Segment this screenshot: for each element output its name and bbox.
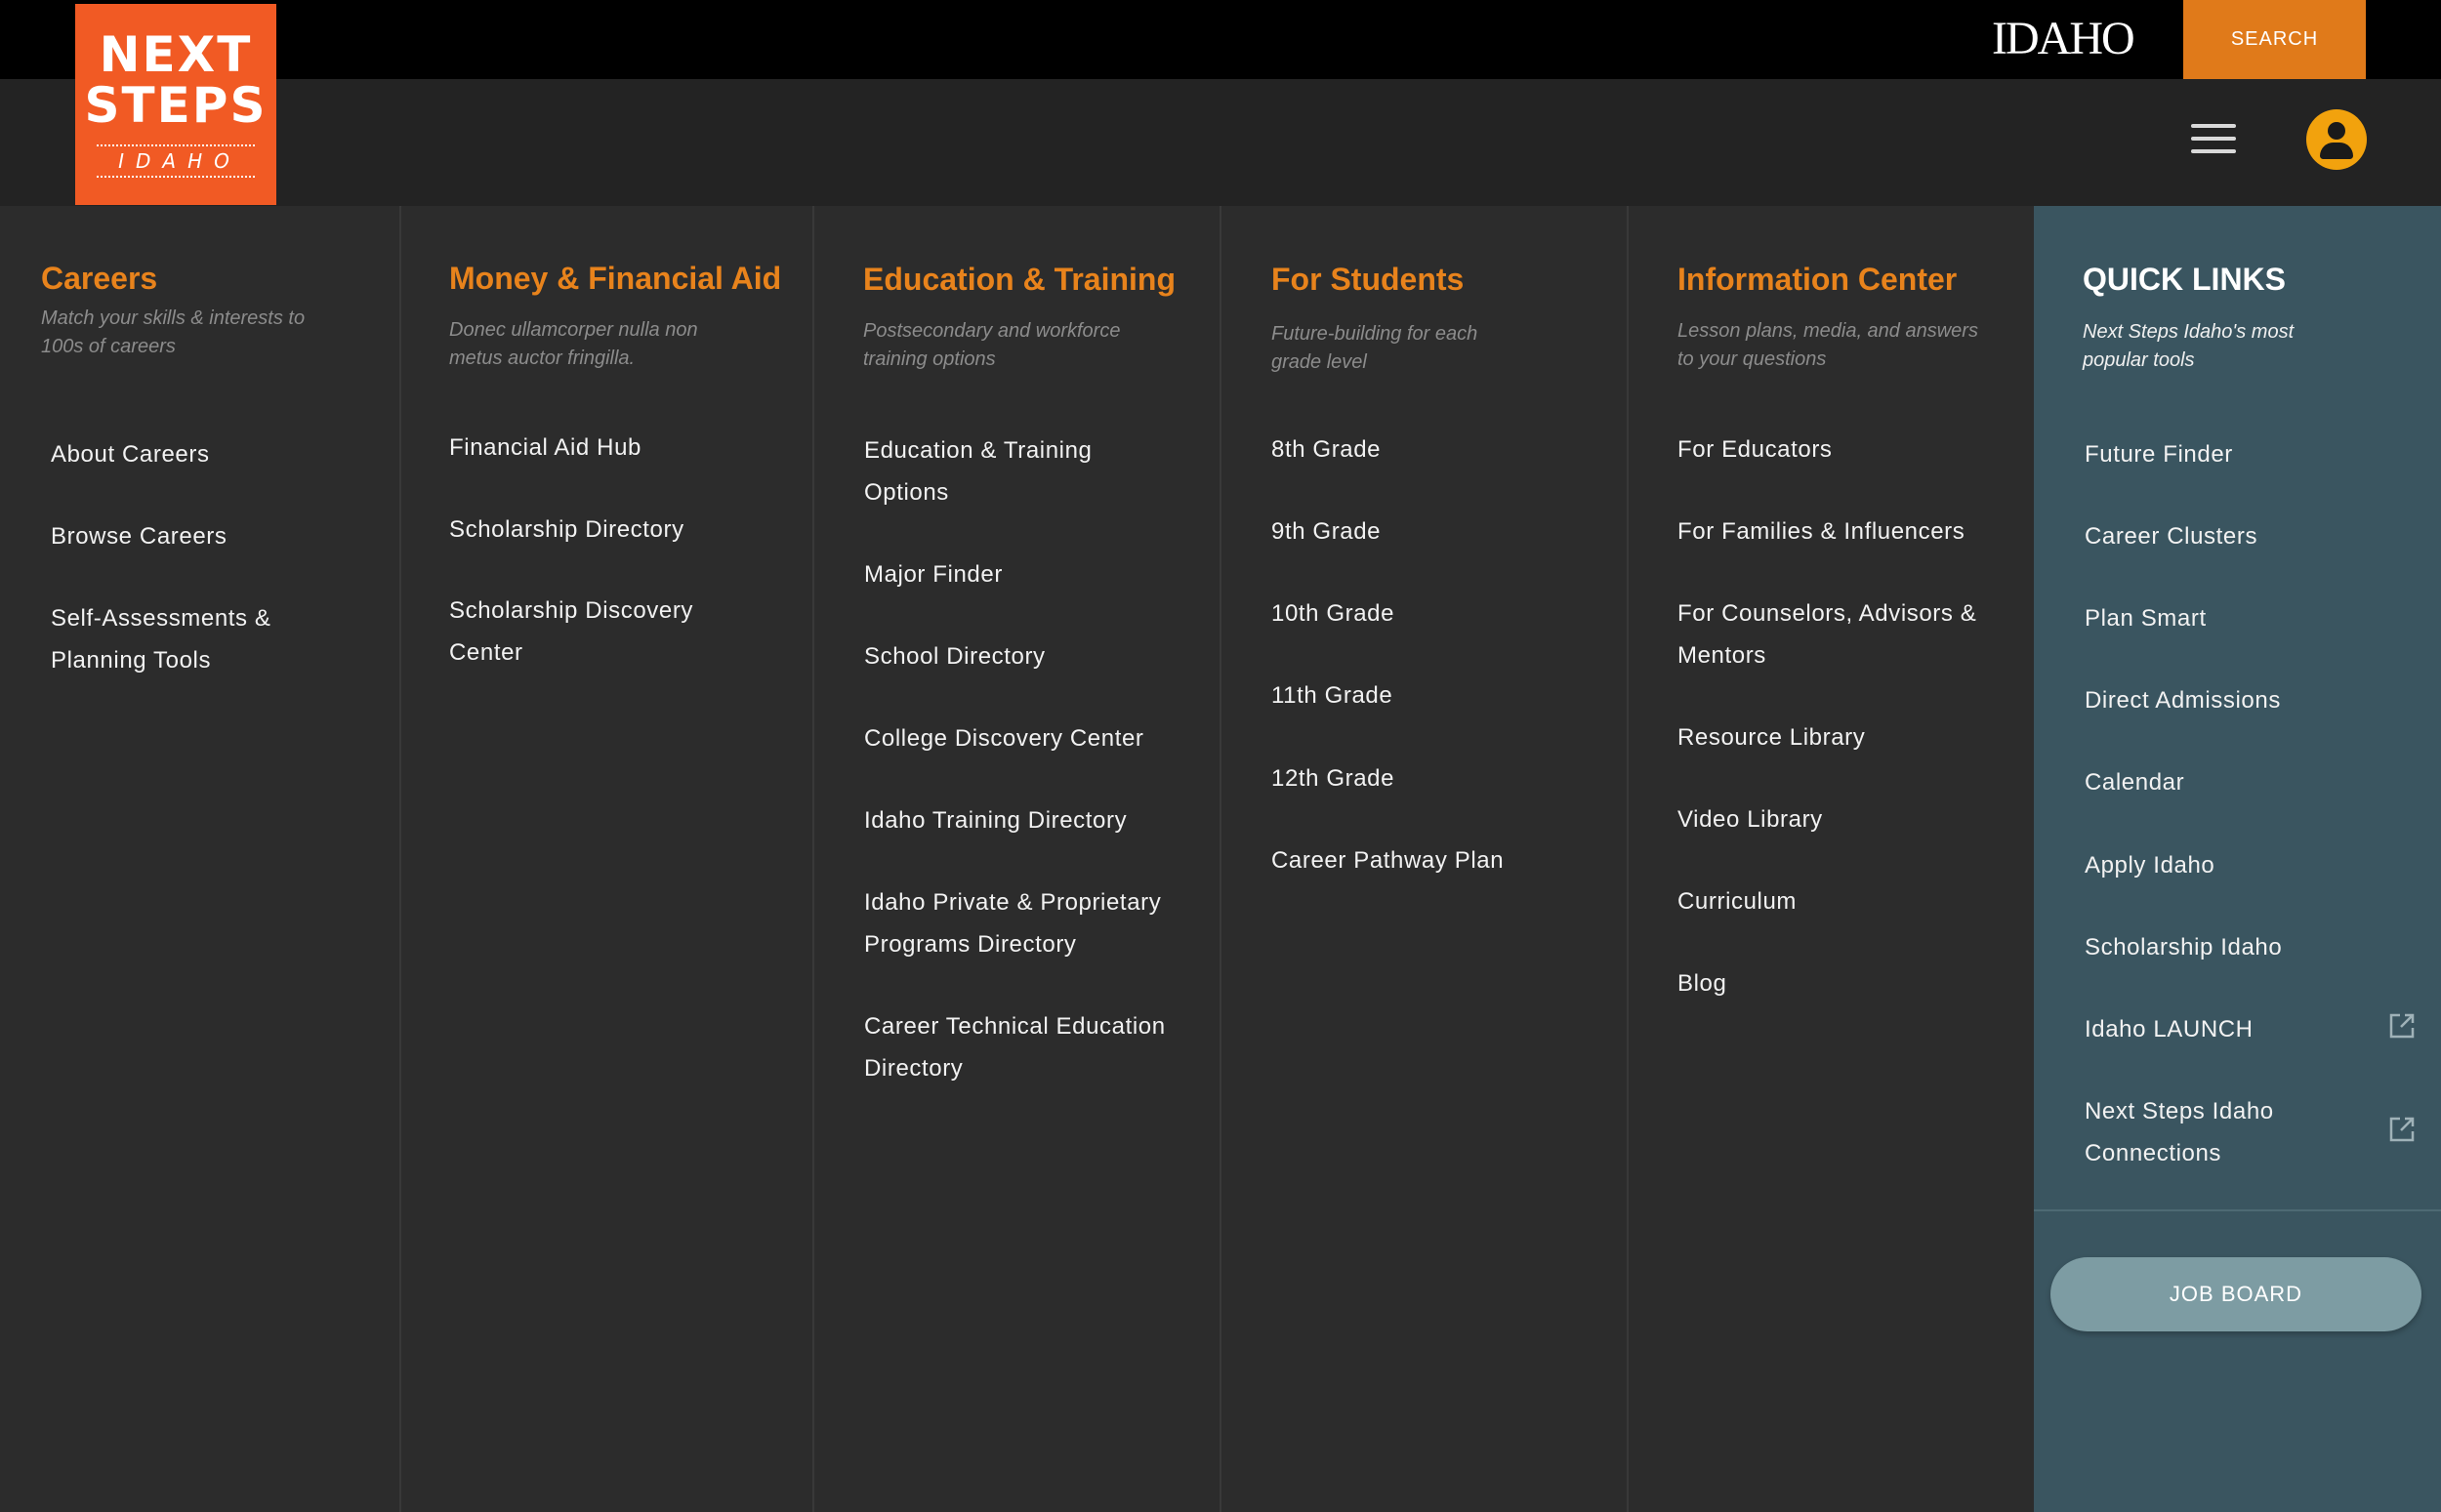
- logo-line-steps: STEPS: [84, 77, 268, 134]
- next-steps-idaho-logo[interactable]: NEXT STEPS IDAHO: [75, 4, 276, 205]
- column-description: Lesson plans, media, and answers to your…: [1677, 320, 1978, 370]
- menu-column-education: Education & Training Postsecondary and w…: [814, 206, 1221, 1512]
- column-title: QUICK LINKS: [2083, 262, 2286, 297]
- menu-item-for-families[interactable]: For Families & Influencers: [1677, 511, 2019, 552]
- menu-item-browse-careers[interactable]: Browse Careers: [51, 515, 363, 557]
- menu-item-curriculum[interactable]: Curriculum: [1677, 880, 2009, 922]
- menu-column-students: For Students Future-building for each gr…: [1221, 206, 1629, 1512]
- divider: [2034, 1209, 2441, 1211]
- menu-item-school-directory[interactable]: School Directory: [864, 635, 1177, 677]
- quick-link-plan-smart[interactable]: Plan Smart: [2085, 597, 2378, 639]
- menu-item-idaho-training-directory[interactable]: Idaho Training Directory: [864, 799, 1196, 841]
- menu-item-8th-grade[interactable]: 8th Grade: [1271, 429, 1584, 470]
- column-title[interactable]: For Students: [1271, 262, 1464, 298]
- column-description: Next Steps Idaho's most popular tools: [2083, 321, 2295, 371]
- external-link-icon[interactable]: [2386, 1114, 2418, 1145]
- menu-item-financial-aid-hub[interactable]: Financial Aid Hub: [449, 427, 762, 469]
- quick-link-idaho-launch[interactable]: Idaho LAUNCH: [2085, 1008, 2358, 1050]
- hamburger-menu-icon[interactable]: [2191, 124, 2236, 155]
- menu-item-blog[interactable]: Blog: [1677, 962, 2009, 1004]
- menu-item-for-educators[interactable]: For Educators: [1677, 429, 2009, 470]
- menu-item-career-technical-education[interactable]: Career Technical Education Directory: [864, 1005, 1196, 1089]
- logo-line-next: NEXT: [99, 26, 253, 83]
- search-button[interactable]: SEARCH: [2183, 0, 2366, 79]
- menu-item-scholarship-discovery-center[interactable]: Scholarship Discovery Center: [449, 590, 742, 674]
- quick-link-career-clusters[interactable]: Career Clusters: [2085, 515, 2378, 557]
- menu-item-career-pathway-plan[interactable]: Career Pathway Plan: [1271, 839, 1603, 881]
- menu-item-major-finder[interactable]: Major Finder: [864, 553, 1177, 595]
- menu-item-scholarship-directory[interactable]: Scholarship Directory: [449, 509, 762, 551]
- column-title[interactable]: Education & Training: [863, 262, 1176, 298]
- column-description: Future-building for each grade level: [1271, 323, 1478, 373]
- external-link-icon[interactable]: [2386, 1010, 2418, 1042]
- column-description: Donec ullamcorper nulla non metus auctor…: [449, 319, 698, 369]
- menu-item-11th-grade[interactable]: 11th Grade: [1271, 674, 1584, 716]
- menu-column-money: Money & Financial Aid Donec ullamcorper …: [401, 206, 814, 1512]
- menu-item-about-careers[interactable]: About Careers: [51, 433, 363, 475]
- quick-link-direct-admissions[interactable]: Direct Admissions: [2085, 679, 2378, 721]
- column-title[interactable]: Careers: [41, 261, 157, 297]
- menu-item-resource-library[interactable]: Resource Library: [1677, 716, 2009, 758]
- quick-link-apply-idaho[interactable]: Apply Idaho: [2085, 844, 2378, 886]
- menu-column-careers: Careers Match your skills & interests to…: [0, 206, 401, 1512]
- column-title[interactable]: Money & Financial Aid: [449, 261, 781, 297]
- column-title[interactable]: Information Center: [1677, 262, 1957, 298]
- menu-item-private-proprietary-programs[interactable]: Idaho Private & Proprietary Programs Dir…: [864, 881, 1186, 965]
- menu-item-10th-grade[interactable]: 10th Grade: [1271, 593, 1584, 634]
- quick-link-calendar[interactable]: Calendar: [2085, 761, 2378, 803]
- column-description: Match your skills & interests to 100s of…: [41, 307, 306, 357]
- menu-item-9th-grade[interactable]: 9th Grade: [1271, 511, 1584, 552]
- quick-link-future-finder[interactable]: Future Finder: [2085, 433, 2378, 475]
- menu-item-video-library[interactable]: Video Library: [1677, 798, 2009, 840]
- top-bar: IDAHO SEARCH: [0, 0, 2441, 79]
- idaho-state-logo[interactable]: IDAHO: [1992, 14, 2135, 64]
- quick-link-next-steps-connections[interactable]: Next Steps Idaho Connections: [2085, 1090, 2309, 1174]
- menu-item-education-training-options[interactable]: Education & Training Options: [864, 429, 1138, 513]
- menu-item-for-counselors[interactable]: For Counselors, Advisors & Mentors: [1677, 593, 2009, 676]
- menu-item-self-assessments[interactable]: Self-Assessments & Planning Tools: [51, 597, 305, 681]
- job-board-button[interactable]: JOB BOARD: [2050, 1257, 2421, 1331]
- menu-item-12th-grade[interactable]: 12th Grade: [1271, 757, 1584, 799]
- column-description: Postsecondary and workforce training opt…: [863, 320, 1121, 370]
- quick-link-scholarship-idaho[interactable]: Scholarship Idaho: [2085, 926, 2378, 968]
- logo-line-idaho: IDAHO: [97, 144, 255, 178]
- menu-column-information: Information Center Lesson plans, media, …: [1629, 206, 2034, 1512]
- user-avatar-icon[interactable]: [2306, 109, 2367, 170]
- menu-item-college-discovery-center[interactable]: College Discovery Center: [864, 717, 1196, 759]
- nav-bar: [0, 79, 2441, 206]
